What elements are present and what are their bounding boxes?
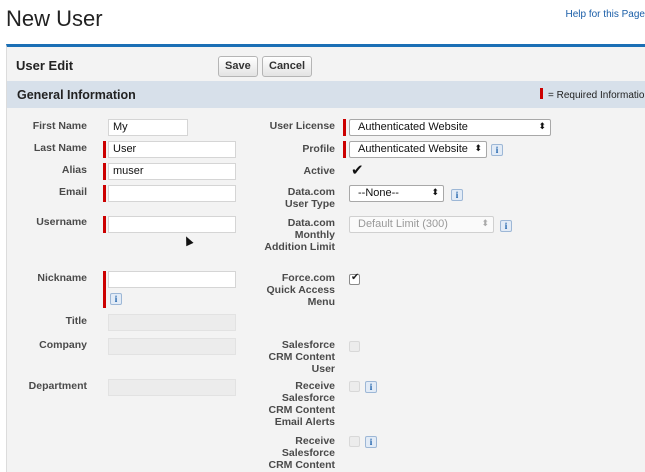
required-marker: [343, 119, 346, 136]
save-button[interactable]: Save: [218, 56, 258, 77]
nickname-label: Nickname: [37, 272, 87, 284]
company-label: Company: [39, 339, 87, 351]
datacom-user-type-value: --None--: [358, 187, 399, 199]
crm-content-user-label: Salesforce CRM Content User: [268, 339, 336, 375]
info-icon[interactable]: i: [491, 144, 503, 156]
required-marker: [103, 163, 106, 180]
email-input[interactable]: [108, 185, 236, 202]
username-input[interactable]: [108, 216, 236, 233]
first-name-input[interactable]: My: [108, 119, 188, 136]
crm-content-user-checkbox[interactable]: [349, 341, 360, 352]
title-label: Title: [65, 315, 87, 327]
force-quick-access-checkbox[interactable]: [349, 272, 360, 285]
section-title: General Information: [17, 88, 136, 102]
force-quick-access-label: Force.com Quick Access Menu: [266, 272, 336, 308]
select-arrows-icon: ⬍: [481, 218, 489, 228]
email-label: Email: [58, 186, 87, 198]
title-input[interactable]: [108, 314, 236, 331]
required-legend: = Required Information: [540, 88, 645, 101]
select-arrows-icon: ⬍: [431, 187, 439, 197]
page-title: New User: [6, 6, 103, 31]
last-name-label: Last Name: [33, 142, 87, 154]
crm-content-email-alerts-label: Receive Salesforce CRM Content Email Ale…: [268, 380, 336, 428]
nickname-input[interactable]: [108, 271, 236, 288]
help-link[interactable]: Help for this Page: [566, 9, 645, 20]
crm-content-alerts-digest-checkbox[interactable]: [349, 436, 360, 447]
user-license-label: User License: [269, 120, 335, 132]
select-arrows-icon: ⬍: [538, 121, 546, 131]
alias-label: Alias: [61, 164, 87, 176]
panel-title: User Edit: [16, 58, 74, 73]
required-legend-text: = Required Information: [548, 90, 645, 101]
info-icon[interactable]: i: [500, 220, 512, 232]
required-marker: [103, 141, 106, 158]
user-edit-panel: User Edit Save Cancel General Informatio…: [6, 44, 645, 472]
last-name-input[interactable]: User: [108, 141, 236, 158]
panel-header: User Edit Save Cancel: [7, 47, 645, 81]
required-marker-icon: [540, 88, 543, 99]
info-icon[interactable]: i: [451, 189, 463, 201]
user-license-select[interactable]: Authenticated Website ⬍: [349, 119, 551, 136]
active-label: Active: [303, 165, 335, 177]
active-checkmark-icon[interactable]: ✔: [351, 161, 364, 179]
department-label: Department: [28, 380, 87, 392]
info-icon[interactable]: i: [365, 436, 377, 448]
crm-content-email-alerts-checkbox[interactable]: [349, 381, 360, 392]
required-marker: [103, 185, 106, 202]
datacom-monthly-limit-value: Default Limit (300): [358, 218, 448, 230]
datacom-user-type-label: Data.com User Type: [285, 186, 335, 210]
alias-input[interactable]: muser: [108, 163, 236, 180]
section-header: General Information = Required Informati…: [7, 81, 645, 108]
info-icon[interactable]: i: [110, 293, 122, 305]
required-marker: [343, 141, 346, 158]
user-license-value: Authenticated Website: [358, 121, 468, 133]
required-marker: [103, 271, 106, 308]
first-name-label: First Name: [32, 120, 87, 132]
profile-value: Authenticated Website: [358, 143, 468, 155]
department-input[interactable]: [108, 379, 236, 396]
select-arrows-icon: ⬍: [474, 143, 482, 153]
info-icon[interactable]: i: [365, 381, 377, 393]
datacom-monthly-limit-select[interactable]: Default Limit (300) ⬍: [349, 216, 494, 233]
crm-content-alerts-digest-label: Receive Salesforce CRM Content: [268, 435, 336, 471]
required-marker: [103, 216, 106, 233]
datacom-user-type-select[interactable]: --None-- ⬍: [349, 185, 444, 202]
profile-select[interactable]: Authenticated Website ⬍: [349, 141, 487, 158]
username-label: Username: [36, 216, 87, 228]
datacom-monthly-limit-label: Data.com Monthly Addition Limit: [264, 217, 335, 253]
company-input[interactable]: [108, 338, 236, 355]
profile-label: Profile: [302, 143, 335, 155]
cancel-button[interactable]: Cancel: [262, 56, 313, 77]
